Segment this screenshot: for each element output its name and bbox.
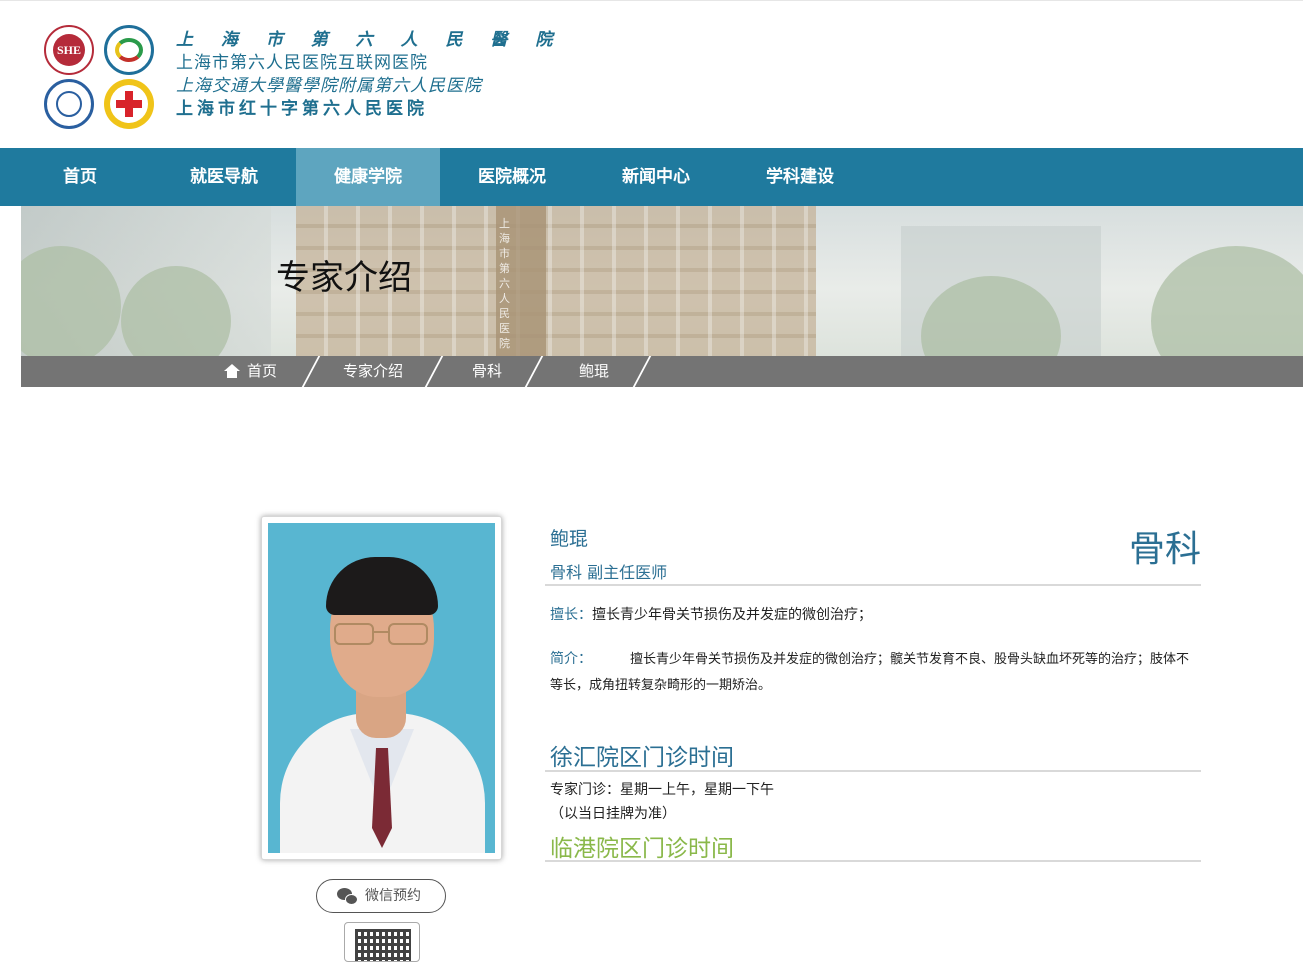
hospital-name-line: 上海交通大學醫學院附属第六人民医院 [176, 76, 482, 96]
red-cross-icon [104, 79, 154, 129]
page-title: 专家介绍 [276, 258, 412, 298]
breadcrumb-separator [424, 356, 444, 387]
she-seal-text: SHE [53, 34, 85, 66]
lingang-schedule-title: 临港院区门诊时间 [550, 836, 734, 862]
hospital-name-lines: 上 海 市 第 六 人 民 醫 院 上海市第六人民医院互联网医院 上海交通大學醫… [176, 29, 564, 121]
divider [545, 584, 1201, 586]
doctor-photo [268, 523, 495, 853]
she-seal-icon: SHE [44, 25, 94, 75]
doctor-title: 骨科 副主任医师 [550, 563, 668, 582]
anniversary-seal-icon [104, 25, 154, 75]
hospital-name-line: 上 海 市 第 六 人 民 醫 院 [176, 30, 564, 50]
building-sign: 上海市第六人民医院 [499, 217, 510, 350]
wechat-icon [337, 888, 359, 906]
divider [545, 860, 1201, 862]
intro-text: 擅长青少年骨关节损伤及并发症的微创治疗；髋关节发育不良、股骨头缺血坏死等的治疗；… [550, 652, 1190, 693]
main-nav: 首页 就医导航 健康学院 医院概况 新闻中心 学科建设 [0, 148, 1303, 206]
clinic-hours: 专家门诊：星期一上午，星期一下午 [550, 782, 774, 798]
breadcrumb-separator [632, 356, 652, 387]
nav-item-overview[interactable]: 医院概况 [440, 148, 584, 206]
breadcrumb-experts[interactable]: 专家介绍 [343, 356, 403, 387]
wechat-booking-button[interactable]: 微信预约 [316, 879, 446, 913]
university-seal-icon [44, 79, 94, 129]
divider [545, 770, 1201, 772]
nav-item-home[interactable]: 首页 [8, 148, 152, 206]
nav-item-health-academy[interactable]: 健康学院 [296, 148, 440, 206]
breadcrumb-separator [524, 356, 544, 387]
doctor-photo-frame [261, 516, 502, 860]
hospital-name-line: 上海市第六人民医院互联网医院 [176, 53, 428, 73]
breadcrumb-current: 鲍琨 [579, 362, 610, 380]
doctor-name: 鲍琨 [550, 528, 589, 550]
breadcrumb-department[interactable]: 骨科 [472, 356, 502, 387]
department-heading: 骨科 [1128, 529, 1201, 570]
nav-item-guide[interactable]: 就医导航 [152, 148, 296, 206]
doctor-intro: 简介： 擅长青少年骨关节损伤及并发症的微创治疗；髋关节发育不良、股骨头缺血坏死等的… [550, 646, 1201, 699]
site-header: SHE 上 海 市 第 六 人 民 醫 院 上海市第六人民医院互联网医院 上海交… [0, 0, 1303, 148]
breadcrumb: 首页 专家介绍 骨科 鲍琨 [21, 356, 1303, 387]
specialty-text: 擅长青少年骨关节损伤及并发症的微创治疗； [592, 607, 872, 623]
hospital-logo[interactable]: SHE 上 海 市 第 六 人 民 醫 院 上海市第六人民医院互联网医院 上海交… [44, 25, 564, 129]
nav-item-news[interactable]: 新闻中心 [584, 148, 728, 206]
home-icon[interactable] [224, 364, 240, 378]
xuhui-schedule: 专家门诊：星期一上午，星期一下午 （以当日挂牌为准） [550, 778, 774, 826]
wechat-booking-label: 微信预约 [365, 888, 421, 904]
intro-label: 简介： [550, 651, 592, 667]
doctor-specialty: 擅长：擅长青少年骨关节损伤及并发症的微创治疗； [550, 604, 872, 624]
breadcrumb-home[interactable]: 首页 [247, 356, 277, 387]
xuhui-schedule-title: 徐汇院区门诊时间 [550, 745, 734, 771]
clinic-note: （以当日挂牌为准） [550, 806, 676, 822]
nav-item-discipline[interactable]: 学科建设 [728, 148, 872, 206]
page-banner: 上海市第六人民医院 专家介绍 [21, 206, 1303, 356]
breadcrumb-separator [301, 356, 321, 387]
qr-code [344, 922, 420, 962]
hospital-name-line: 上海市红十字第六人民医院 [176, 99, 428, 119]
specialty-label: 擅长： [550, 607, 592, 623]
